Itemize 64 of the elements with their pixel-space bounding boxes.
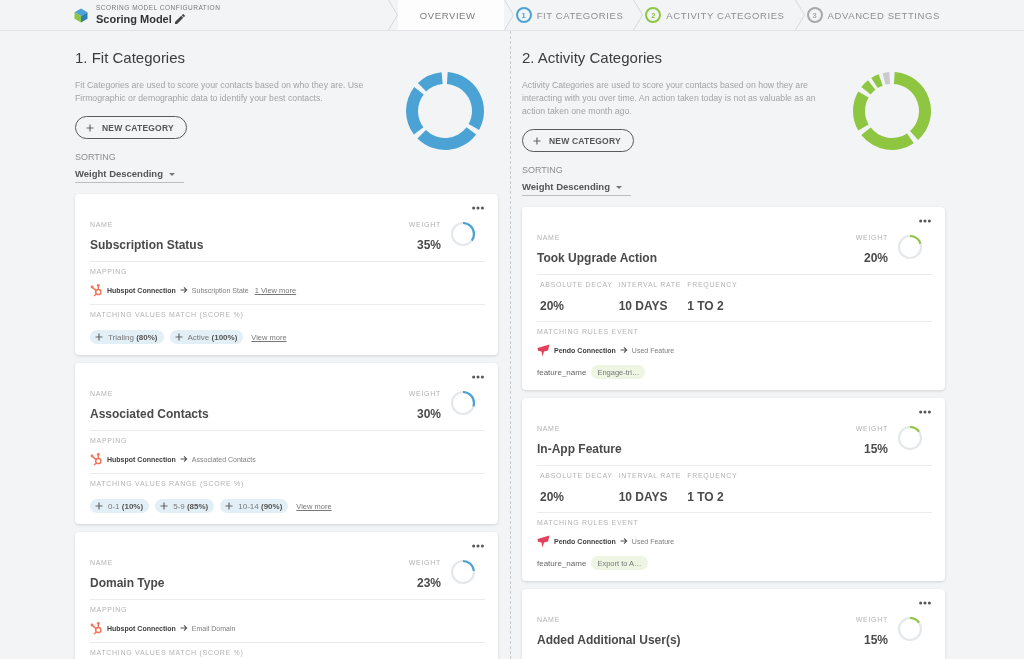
more-icon[interactable] bbox=[472, 544, 484, 548]
more-icon[interactable] bbox=[919, 601, 931, 605]
category-name: Subscription Status bbox=[90, 237, 204, 253]
value-chip[interactable]: Active (100%) bbox=[169, 330, 244, 344]
section-title: 1. Fit Categories bbox=[75, 49, 186, 67]
plus-icon bbox=[160, 502, 169, 510]
caret-down-icon bbox=[169, 172, 175, 176]
flag-icon bbox=[537, 534, 550, 548]
value-chip[interactable]: 0-1 (10%) bbox=[90, 499, 150, 513]
flag-icon bbox=[537, 343, 550, 357]
stat-value: 10 DAYS bbox=[618, 489, 668, 505]
plus-icon bbox=[225, 502, 234, 510]
sorting-select[interactable]: Weight Descending bbox=[75, 168, 184, 183]
sorting-select[interactable]: Weight Descending bbox=[522, 181, 631, 196]
section-description: Fit Categories are used to score your contacts based on who they are. Use Firmographic or demographic data to identify your best contacts. bbox=[75, 79, 365, 105]
weight-value: 15% bbox=[863, 441, 888, 457]
category-name: In-App Feature bbox=[537, 441, 622, 457]
more-icon[interactable] bbox=[472, 375, 484, 379]
arrow-right-icon bbox=[179, 286, 188, 294]
sorting-label: SORTING bbox=[522, 165, 563, 175]
stat-value: 1 TO 2 bbox=[687, 489, 724, 505]
cube-icon bbox=[74, 7, 88, 23]
stat-value: 20% bbox=[540, 489, 565, 505]
donut-slice bbox=[871, 74, 883, 89]
weight-value: 15% bbox=[863, 632, 888, 648]
plus-icon bbox=[174, 333, 183, 341]
sprocket-icon bbox=[90, 452, 103, 466]
arrow-right-icon bbox=[619, 346, 628, 354]
pencil-icon[interactable] bbox=[174, 14, 185, 24]
sprocket-icon bbox=[90, 283, 103, 297]
donut-slice bbox=[882, 72, 891, 85]
weight-value: 35% bbox=[416, 237, 441, 253]
sorting-label: SORTING bbox=[75, 152, 116, 162]
plus-icon bbox=[95, 502, 103, 510]
arrow-right-icon bbox=[179, 455, 188, 463]
category-name: Added Additional User(s) bbox=[537, 632, 681, 648]
weight-value: 30% bbox=[416, 406, 441, 422]
property-name: feature_name bbox=[537, 367, 587, 377]
model-title: Scoring Model bbox=[96, 12, 172, 26]
more-icon[interactable] bbox=[919, 410, 931, 414]
value-chip[interactable]: 5-9 (85%) bbox=[155, 499, 215, 513]
plus-icon bbox=[95, 333, 103, 341]
value-chip[interactable]: 10-14 (90%) bbox=[220, 499, 289, 513]
arrow-right-icon bbox=[619, 537, 628, 545]
arrow-right-icon bbox=[179, 624, 188, 632]
stat-value: 1 TO 2 bbox=[687, 298, 724, 314]
sprocket-icon bbox=[90, 621, 103, 635]
stat-value: 10 DAYS bbox=[618, 298, 668, 314]
caret-down-icon bbox=[616, 185, 622, 189]
category-name: Associated Contacts bbox=[90, 406, 209, 422]
value-chip[interactable]: Trialing (80%) bbox=[90, 330, 164, 344]
section-description: Activity Categories are used to score your contacts based on how they are interacting with you over time. An action taken today is not as valuable as an action taken one month ago. bbox=[522, 79, 817, 118]
plus-icon bbox=[533, 136, 541, 145]
weight-value: 23% bbox=[416, 575, 441, 591]
step-tab[interactable]: OVERVIEW bbox=[397, 0, 504, 30]
weight-value: 20% bbox=[863, 250, 888, 266]
category-name: Domain Type bbox=[90, 575, 165, 591]
stat-value: 20% bbox=[540, 298, 565, 314]
plus-icon bbox=[86, 123, 94, 132]
property-name: feature_name bbox=[537, 558, 587, 568]
section-title: 2. Activity Categories bbox=[522, 49, 663, 67]
more-icon[interactable] bbox=[919, 219, 931, 223]
more-icon[interactable] bbox=[472, 206, 484, 210]
category-name: Took Upgrade Action bbox=[537, 250, 657, 266]
